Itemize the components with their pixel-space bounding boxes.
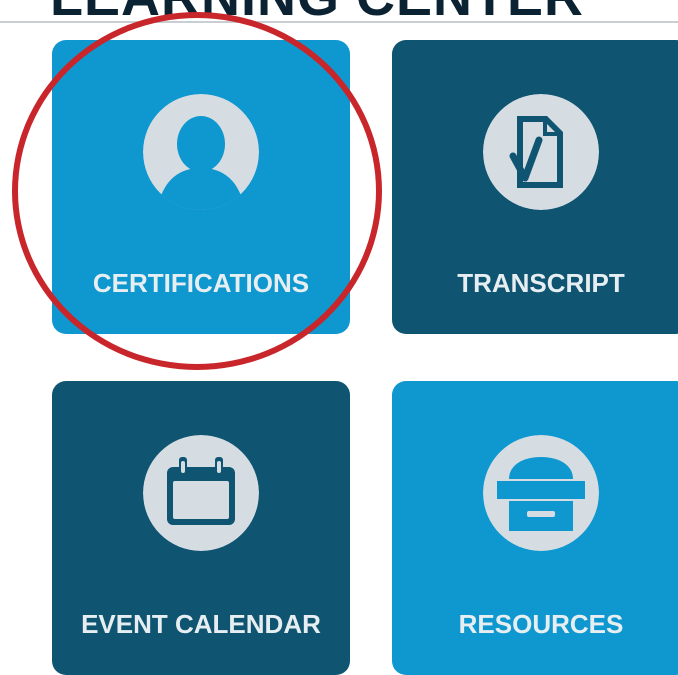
- transcript-label: TRANSCRIPT: [457, 268, 625, 298]
- certifications-label: CERTIFICATIONS: [92, 268, 310, 298]
- transcript-tile[interactable]: TRANSCRIPT: [392, 40, 678, 334]
- title-divider: [0, 21, 678, 23]
- event-calendar-tile[interactable]: EVENT CALENDAR: [52, 381, 350, 675]
- event-calendar-label: EVENT CALENDAR: [81, 609, 321, 639]
- resources-label: RESOURCES: [458, 609, 624, 639]
- user-icon: [143, 94, 259, 210]
- certifications-tile[interactable]: CERTIFICATIONS: [52, 40, 350, 334]
- resources-tile[interactable]: RESOURCES: [392, 381, 678, 675]
- printer-icon: [483, 435, 599, 551]
- page-title: LEARNING CENTER: [50, 0, 584, 28]
- calendar-icon: [143, 435, 259, 551]
- document-check-icon: [483, 94, 599, 210]
